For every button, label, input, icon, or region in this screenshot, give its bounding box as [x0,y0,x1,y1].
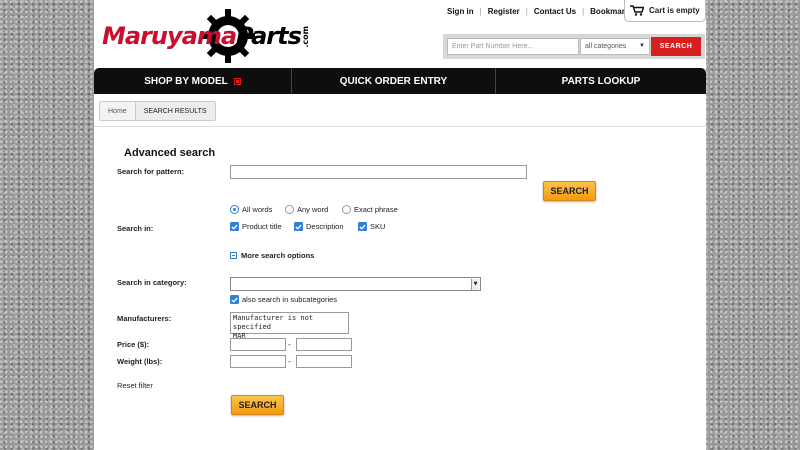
search-in-label: Search in: [117,224,154,233]
cart-label: Cart is empty [649,6,700,15]
nav-label: PARTS LOOKUP [561,75,641,87]
weight-label: Weight (lbs): [117,357,163,366]
dropdown-arrow-icon: ▼ [471,279,479,290]
search-button[interactable]: SEARCH [543,181,596,201]
radio-exact-phrase[interactable]: Exact phrase [342,205,398,214]
checkbox-checked-icon [358,222,367,231]
breadcrumb-home[interactable]: Home [100,102,135,120]
list-item[interactable]: Manufacturer is not specified [233,314,346,332]
more-search-options-toggle[interactable]: More search options [230,251,314,260]
radio-icon [342,205,351,214]
checkbox-subcategories[interactable]: also search in subcategories [230,295,337,304]
category-dropdown-value [231,279,234,287]
checkbox-checked-icon [230,222,239,231]
bottom-search-button[interactable]: SEARCH [231,395,284,415]
dropdown-arrow-icon: ▼ [639,43,645,49]
logo-text-parts: Parts [236,22,302,50]
page: MaruyamaParts.com Sign in | Register | Con… [94,0,706,450]
site-logo[interactable]: MaruyamaParts.com [100,8,310,64]
reset-filter-link[interactable]: Reset filter [117,381,153,390]
radio-any-word[interactable]: Any word [285,205,328,214]
category-dropdown[interactable]: ▼ [230,277,481,291]
price-max-input[interactable] [296,338,352,351]
checkbox-checked-icon [230,295,239,304]
checkbox-sku[interactable]: SKU [358,222,385,231]
main-nav: SHOP BY MODEL QUICK ORDER ENTRY PARTS LO… [94,68,706,94]
pattern-label: Search for pattern: [117,167,185,176]
weight-max-input[interactable] [296,355,352,368]
cart-link[interactable]: Cart is empty [624,0,706,22]
nav-label: SHOP BY MODEL [144,75,228,87]
part-number-search-input[interactable] [447,38,579,55]
collapse-icon [230,252,237,259]
more-options-label: More search options [241,251,315,260]
radio-selected-icon [230,205,239,214]
range-separator: - [288,357,291,366]
checkbox-description[interactable]: Description [294,222,344,231]
logo-text-maruyama: Maruyama [102,22,237,50]
category-select-value: all categories [585,43,627,50]
breadcrumb-current: SEARCH RESULTS [134,102,215,120]
nav-label: QUICK ORDER ENTRY [339,75,448,87]
weight-min-input[interactable] [230,355,286,368]
breadcrumb: Home SEARCH RESULTS [99,101,216,121]
radio-label: Exact phrase [354,205,398,214]
range-separator: - [288,340,291,349]
checkbox-checked-icon [294,222,303,231]
checkbox-label: SKU [370,222,386,231]
page-title: Advanced search [124,147,216,159]
manufacturers-listbox[interactable]: Manufacturer is not specified MAR [230,312,349,340]
price-min-input[interactable] [230,338,286,351]
expand-icon [233,77,241,85]
pattern-input[interactable] [230,165,527,179]
header-search-button[interactable]: SEARCH [651,37,701,56]
checkbox-label: also search in subcategories [242,295,338,304]
logo-text-suffix: .com [300,26,310,48]
manufacturers-label: Manufacturers: [117,314,172,323]
category-select[interactable]: all categories ▼ [580,38,650,55]
radio-all-words[interactable]: All words [230,205,272,214]
top-links: Sign in | Register | Contact Us | Bookmark [441,0,635,22]
checkbox-label: Product title [242,222,282,231]
shopping-cart-icon [630,5,644,16]
radio-icon [285,205,294,214]
nav-quick-order-entry[interactable]: QUICK ORDER ENTRY [291,68,495,94]
radio-label: Any word [297,205,329,214]
category-label: Search in category: [117,278,187,287]
nav-shop-by-model[interactable]: SHOP BY MODEL [94,68,291,94]
contact-us-link[interactable]: Contact Us [528,7,582,16]
register-link[interactable]: Register [482,7,526,16]
checkbox-label: Description [306,222,344,231]
sign-in-link[interactable]: Sign in [441,7,480,16]
checkbox-product-title[interactable]: Product title [230,222,282,231]
header-search: all categories ▼ SEARCH [443,34,705,59]
price-label: Price ($): [117,340,150,349]
radio-label: All words [242,205,273,214]
divider [94,126,706,127]
nav-parts-lookup[interactable]: PARTS LOOKUP [495,68,706,94]
